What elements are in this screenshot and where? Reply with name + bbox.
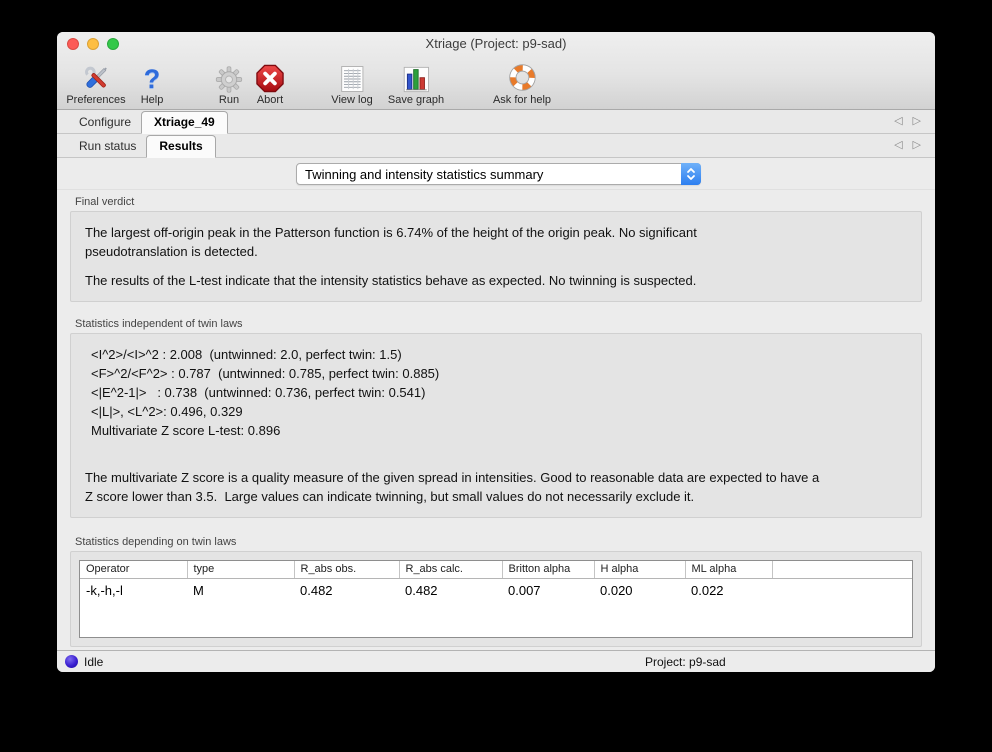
lifebuoy-icon (507, 58, 538, 93)
stats-block: <I^2>/<I>^2 : 2.008 (untwinned: 2.0, per… (91, 345, 907, 440)
tab-run-status[interactable]: Run status (69, 136, 146, 157)
preferences-button[interactable]: Preferences (66, 58, 125, 106)
section-title-final-verdict: Final verdict (75, 196, 922, 208)
cell-operator: -k,-h,-l (80, 578, 187, 600)
tab-scroll-right-icon[interactable]: ▷ (913, 138, 921, 152)
sub-tab-bar: Run status Results ◁ ▷ (57, 134, 935, 158)
independent-stats-panel: <I^2>/<I>^2 : 2.008 (untwinned: 2.0, per… (70, 333, 922, 518)
toolbar-item-label: Run (219, 94, 239, 106)
bar-chart-icon (402, 58, 429, 93)
table-header-row: Operator type R_abs obs. R_abs calc. Bri… (80, 561, 912, 578)
toolbar-item-label: Ask for help (493, 94, 551, 106)
tab-scroll-left-icon[interactable]: ◁ (894, 138, 902, 152)
results-content: Final verdict The largest off-origin pea… (57, 190, 935, 650)
summary-dropdown-value: Twinning and intensity statistics summar… (297, 167, 681, 182)
ask-for-help-button[interactable]: Ask for help (493, 58, 551, 106)
tab-configure[interactable]: Configure (69, 112, 141, 133)
stop-x-icon (256, 58, 285, 93)
tab-xtriage-49[interactable]: Xtriage_49 (141, 111, 228, 134)
col-type[interactable]: type (187, 561, 294, 578)
cell-ml-alpha: 0.022 (685, 578, 772, 600)
summary-dropdown[interactable]: Twinning and intensity statistics summar… (296, 163, 701, 185)
col-spacer (772, 561, 912, 578)
stat-line: <|L|>, <L^2>: 0.496, 0.329 (91, 402, 907, 421)
toolbar: Preferences ? Help (57, 56, 935, 109)
status-bar: Idle Project: p9-sad (57, 650, 935, 672)
stat-line: <F>^2/<F^2> : 0.787 (untwinned: 0.785, p… (91, 364, 907, 383)
summary-selector-row: Twinning and intensity statistics summar… (57, 158, 935, 190)
stat-line: <I^2>/<I>^2 : 2.008 (untwinned: 2.0, per… (91, 345, 907, 364)
status-sphere-icon (65, 655, 78, 668)
tab-scroll-left-icon[interactable]: ◁ (894, 114, 902, 128)
xtriage-window: Xtriage (Project: p9-sad) (57, 32, 935, 672)
twin-laws-table: Operator type R_abs obs. R_abs calc. Bri… (79, 560, 913, 638)
section-title-independent: Statistics independent of twin laws (75, 318, 922, 330)
stat-line: Multivariate Z score L-test: 0.896 (91, 421, 907, 440)
desktop-background: Xtriage (Project: p9-sad) (0, 0, 992, 752)
tab-scroll-arrows: ◁ ▷ (894, 114, 921, 128)
abort-button[interactable]: Abort (256, 58, 285, 106)
z-score-note: The multivariate Z score is a quality me… (85, 468, 830, 506)
cell-h-alpha: 0.020 (594, 578, 685, 600)
col-ml-alpha[interactable]: ML alpha (685, 561, 772, 578)
project-label: Project: p9-sad (645, 655, 726, 669)
help-button[interactable]: ? Help (141, 58, 164, 106)
toolbar-item-label: View log (331, 94, 372, 106)
cell-britton-alpha: 0.007 (502, 578, 594, 600)
twin-laws-panel: Operator type R_abs obs. R_abs calc. Bri… (70, 551, 922, 647)
view-log-button[interactable]: View log (331, 58, 372, 106)
window-titlebar[interactable]: Xtriage (Project: p9-sad) (57, 32, 935, 56)
col-operator[interactable]: Operator (80, 561, 187, 578)
toolbar-item-label: Save graph (388, 94, 444, 106)
toolbar-item-label: Abort (257, 94, 283, 106)
status-label: Idle (84, 655, 103, 669)
section-title-depending: Statistics depending on twin laws (75, 536, 922, 548)
verdict-paragraph: The largest off-origin peak in the Patte… (85, 223, 795, 261)
final-verdict-panel: The largest off-origin peak in the Patte… (70, 211, 922, 302)
tab-scroll-right-icon[interactable]: ▷ (913, 114, 921, 128)
cell-spacer (772, 578, 912, 600)
status-indicator: Idle (65, 655, 103, 669)
col-h-alpha[interactable]: H alpha (594, 561, 685, 578)
gear-icon (216, 58, 243, 93)
cell-rabs-calc: 0.482 (399, 578, 502, 600)
question-mark-icon: ? (144, 58, 161, 93)
main-tab-bar: Configure Xtriage_49 ◁ ▷ (57, 110, 935, 134)
col-rabs-calc[interactable]: R_abs calc. (399, 561, 502, 578)
window-title: Xtriage (Project: p9-sad) (57, 36, 935, 51)
toolbar-item-label: Preferences (66, 94, 125, 106)
cell-type: M (187, 578, 294, 600)
window-header: Xtriage (Project: p9-sad) (57, 32, 935, 110)
dropdown-stepper-icon (681, 163, 701, 185)
save-graph-button[interactable]: Save graph (388, 58, 444, 106)
tab-results[interactable]: Results (146, 135, 215, 158)
run-button[interactable]: Run (216, 58, 243, 106)
stat-line: <|E^2-1|> : 0.738 (untwinned: 0.736, per… (91, 383, 907, 402)
col-rabs-obs[interactable]: R_abs obs. (294, 561, 399, 578)
col-britton-alpha[interactable]: Britton alpha (502, 561, 594, 578)
cell-rabs-obs: 0.482 (294, 578, 399, 600)
toolbar-item-label: Help (141, 94, 164, 106)
verdict-paragraph: The results of the L-test indicate that … (85, 271, 907, 290)
table-row[interactable]: -k,-h,-l M 0.482 0.482 0.007 0.020 0.022 (80, 578, 912, 600)
log-sheet-icon (340, 58, 364, 93)
tools-icon (81, 58, 111, 93)
tab-scroll-arrows: ◁ ▷ (894, 138, 921, 152)
